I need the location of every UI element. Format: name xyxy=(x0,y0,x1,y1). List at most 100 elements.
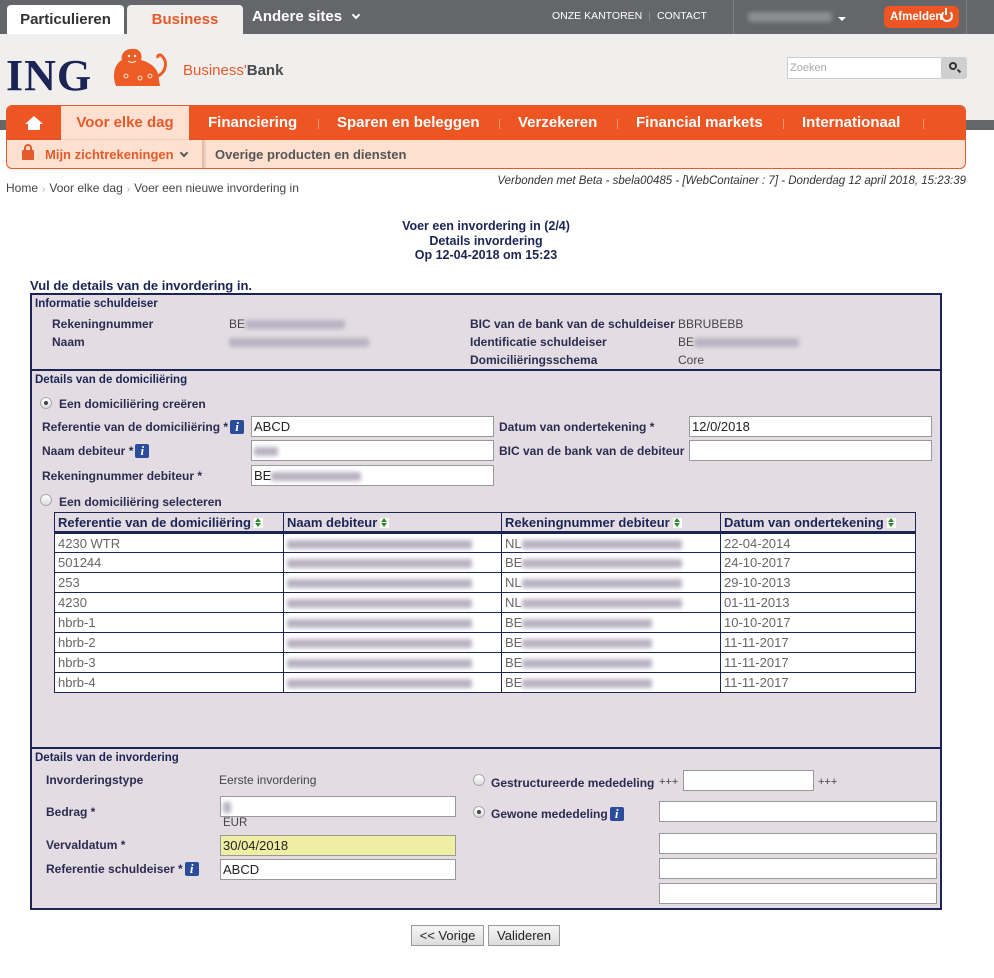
table-row[interactable]: 253 NL 29-10-2013 xyxy=(54,572,916,593)
nav-internationaal[interactable]: Internationaal xyxy=(802,106,900,140)
cell-debtor-name xyxy=(283,632,502,653)
cell-signature-date: 24-10-2017 xyxy=(720,552,916,573)
column-header-reference[interactable]: Referentie van de domiciliëring xyxy=(54,512,284,534)
tab-business[interactable]: Business xyxy=(127,5,243,34)
cell-signature-date: 22-04-2014 xyxy=(720,532,916,553)
nav-verzekeren[interactable]: Verzekeren xyxy=(518,106,597,140)
table-row[interactable]: hbrb-3 BE 11-11-2017 xyxy=(54,652,916,673)
sort-icon[interactable] xyxy=(672,518,682,529)
section-title: Informatie schuldeiser xyxy=(35,298,158,310)
free-message-input-1[interactable] xyxy=(659,801,937,822)
logout-button[interactable]: Afmelden xyxy=(884,6,959,28)
structured-message-radio[interactable] xyxy=(473,774,485,786)
account-prefix: BE xyxy=(229,317,246,331)
link-onze-kantoren[interactable]: ONZE KANTOREN xyxy=(552,10,642,22)
nav-sparen-en-beleggen[interactable]: Sparen en beleggen xyxy=(337,106,480,140)
divider xyxy=(318,119,319,129)
redacted-value xyxy=(287,639,472,649)
subnav-overige-producten[interactable]: Overige producten en diensten xyxy=(215,140,406,168)
signature-date-input[interactable]: 12/0/2018 xyxy=(689,416,932,437)
ing-logo[interactable]: ING xyxy=(6,50,92,101)
breadcrumb-separator-icon: › xyxy=(126,184,131,195)
info-icon[interactable]: i xyxy=(184,862,199,876)
page-title-date: Op 12-04-2018 om 15:23 xyxy=(414,248,558,262)
debtor-account-input[interactable]: BE xyxy=(251,465,494,486)
redacted-value xyxy=(287,679,472,689)
sort-icon[interactable] xyxy=(886,518,896,529)
creditor-bic-label: BIC van de bank van de schuldeiser xyxy=(470,317,675,331)
sort-icon[interactable] xyxy=(253,518,263,529)
validate-button[interactable]: Valideren xyxy=(488,925,560,946)
structured-message-input[interactable] xyxy=(683,770,814,791)
amount-input[interactable] xyxy=(220,796,456,817)
create-mandate-radio[interactable] xyxy=(40,397,52,409)
debtor-bic-label: BIC van de bank van de debiteur xyxy=(499,444,685,458)
creditor-name-label: Naam xyxy=(52,335,85,349)
due-date-input[interactable]: 30/04/2018 xyxy=(220,835,456,856)
account-prefix: NL xyxy=(505,595,522,610)
nav-home[interactable] xyxy=(7,106,61,140)
table-row[interactable]: 4230 NL 01-11-2013 xyxy=(54,592,916,613)
info-icon[interactable]: i xyxy=(135,444,150,458)
redacted-value xyxy=(521,539,682,549)
creditor-id-label: Identificatie schuldeiser xyxy=(470,335,607,349)
home-icon xyxy=(25,116,43,130)
previous-button[interactable]: << Vorige xyxy=(411,925,484,946)
table-row[interactable]: hbrb-1 BE 10-10-2017 xyxy=(54,612,916,633)
other-sites-menu[interactable]: Andere sites xyxy=(252,0,361,34)
column-header-signature-date[interactable]: Datum van ondertekening xyxy=(720,512,916,534)
link-contact[interactable]: CONTACT xyxy=(657,10,707,22)
search-input[interactable]: Zoeken xyxy=(787,57,942,79)
select-mandate-radio[interactable] xyxy=(40,494,52,506)
breadcrumb-home[interactable]: Home xyxy=(6,181,38,195)
column-header-debtor-account[interactable]: Rekeningnummer debiteur xyxy=(501,512,721,534)
subnav-mijn-zichtrekeningen[interactable]: Mijn zichtrekeningen xyxy=(7,140,203,168)
cell-debtor-account: BE xyxy=(501,632,721,653)
free-message-radio[interactable] xyxy=(473,806,485,818)
top-links: ONZE KANTOREN | CONTACT xyxy=(552,10,707,22)
debtor-bic-input[interactable] xyxy=(689,440,932,461)
redacted-value xyxy=(521,579,682,589)
info-icon[interactable]: i xyxy=(230,420,245,434)
signature-date-label: Datum van ondertekening * xyxy=(499,420,655,434)
tab-particulieren[interactable]: Particulieren xyxy=(7,5,124,34)
cell-reference: 4230 xyxy=(54,592,284,613)
debtor-name-input[interactable] xyxy=(251,440,494,461)
subnav-label: Mijn zichtrekeningen xyxy=(45,147,174,162)
info-icon[interactable]: i xyxy=(609,807,624,821)
creditor-ref-label: Referentie schuldeiser * i xyxy=(46,862,199,876)
breadcrumb-current: Voer een nieuwe invordering in xyxy=(134,181,299,195)
cell-debtor-account: BE xyxy=(501,672,721,693)
cell-reference: 501244 xyxy=(54,552,284,573)
user-menu[interactable] xyxy=(748,12,832,22)
debtor-account-label: Rekeningnummer debiteur * xyxy=(42,469,203,483)
amount-label: Bedrag * xyxy=(46,805,96,819)
cell-debtor-name xyxy=(283,572,502,593)
creditor-name-value xyxy=(229,335,369,349)
table-header-row: Referentie van de domiciliëring Naam deb… xyxy=(54,512,916,534)
select-mandate-label: Een domiciliëring selecteren xyxy=(59,495,222,509)
nav-voor-elke-dag[interactable]: Voor elke dag xyxy=(61,106,189,140)
sort-icon[interactable] xyxy=(380,518,390,529)
mandate-ref-input[interactable]: ABCD xyxy=(251,416,494,437)
header-label: Rekeningnummer debiteur xyxy=(505,514,670,530)
nav-financial-markets[interactable]: Financial markets xyxy=(636,106,763,140)
nav-financiering[interactable]: Financiering xyxy=(208,106,297,140)
free-message-input-3[interactable] xyxy=(659,858,937,879)
table-row[interactable]: 4230 WTR NL 22-04-2014 xyxy=(54,532,916,553)
account-prefix: BE xyxy=(505,655,523,670)
redacted-value xyxy=(229,338,369,348)
breadcrumb-voor-elke-dag[interactable]: Voor elke dag xyxy=(49,181,122,195)
search-button[interactable] xyxy=(941,57,967,79)
divider xyxy=(966,0,967,34)
table-row[interactable]: hbrb-4 BE 11-11-2017 xyxy=(54,672,916,693)
table-row[interactable]: hbrb-2 BE 11-11-2017 xyxy=(54,632,916,653)
free-message-input-4[interactable] xyxy=(659,883,937,904)
creditor-section: Informatie schuldeiser Rekeningnummer BE… xyxy=(30,293,942,371)
column-header-debtor-name[interactable]: Naam debiteur xyxy=(283,512,502,534)
free-message-input-2[interactable] xyxy=(659,833,937,854)
table-row[interactable]: 501244 BE 24-10-2017 xyxy=(54,552,916,573)
cell-debtor-account: BE xyxy=(501,652,721,673)
creditor-ref-input[interactable]: ABCD xyxy=(220,859,456,880)
redacted-value xyxy=(287,539,472,549)
